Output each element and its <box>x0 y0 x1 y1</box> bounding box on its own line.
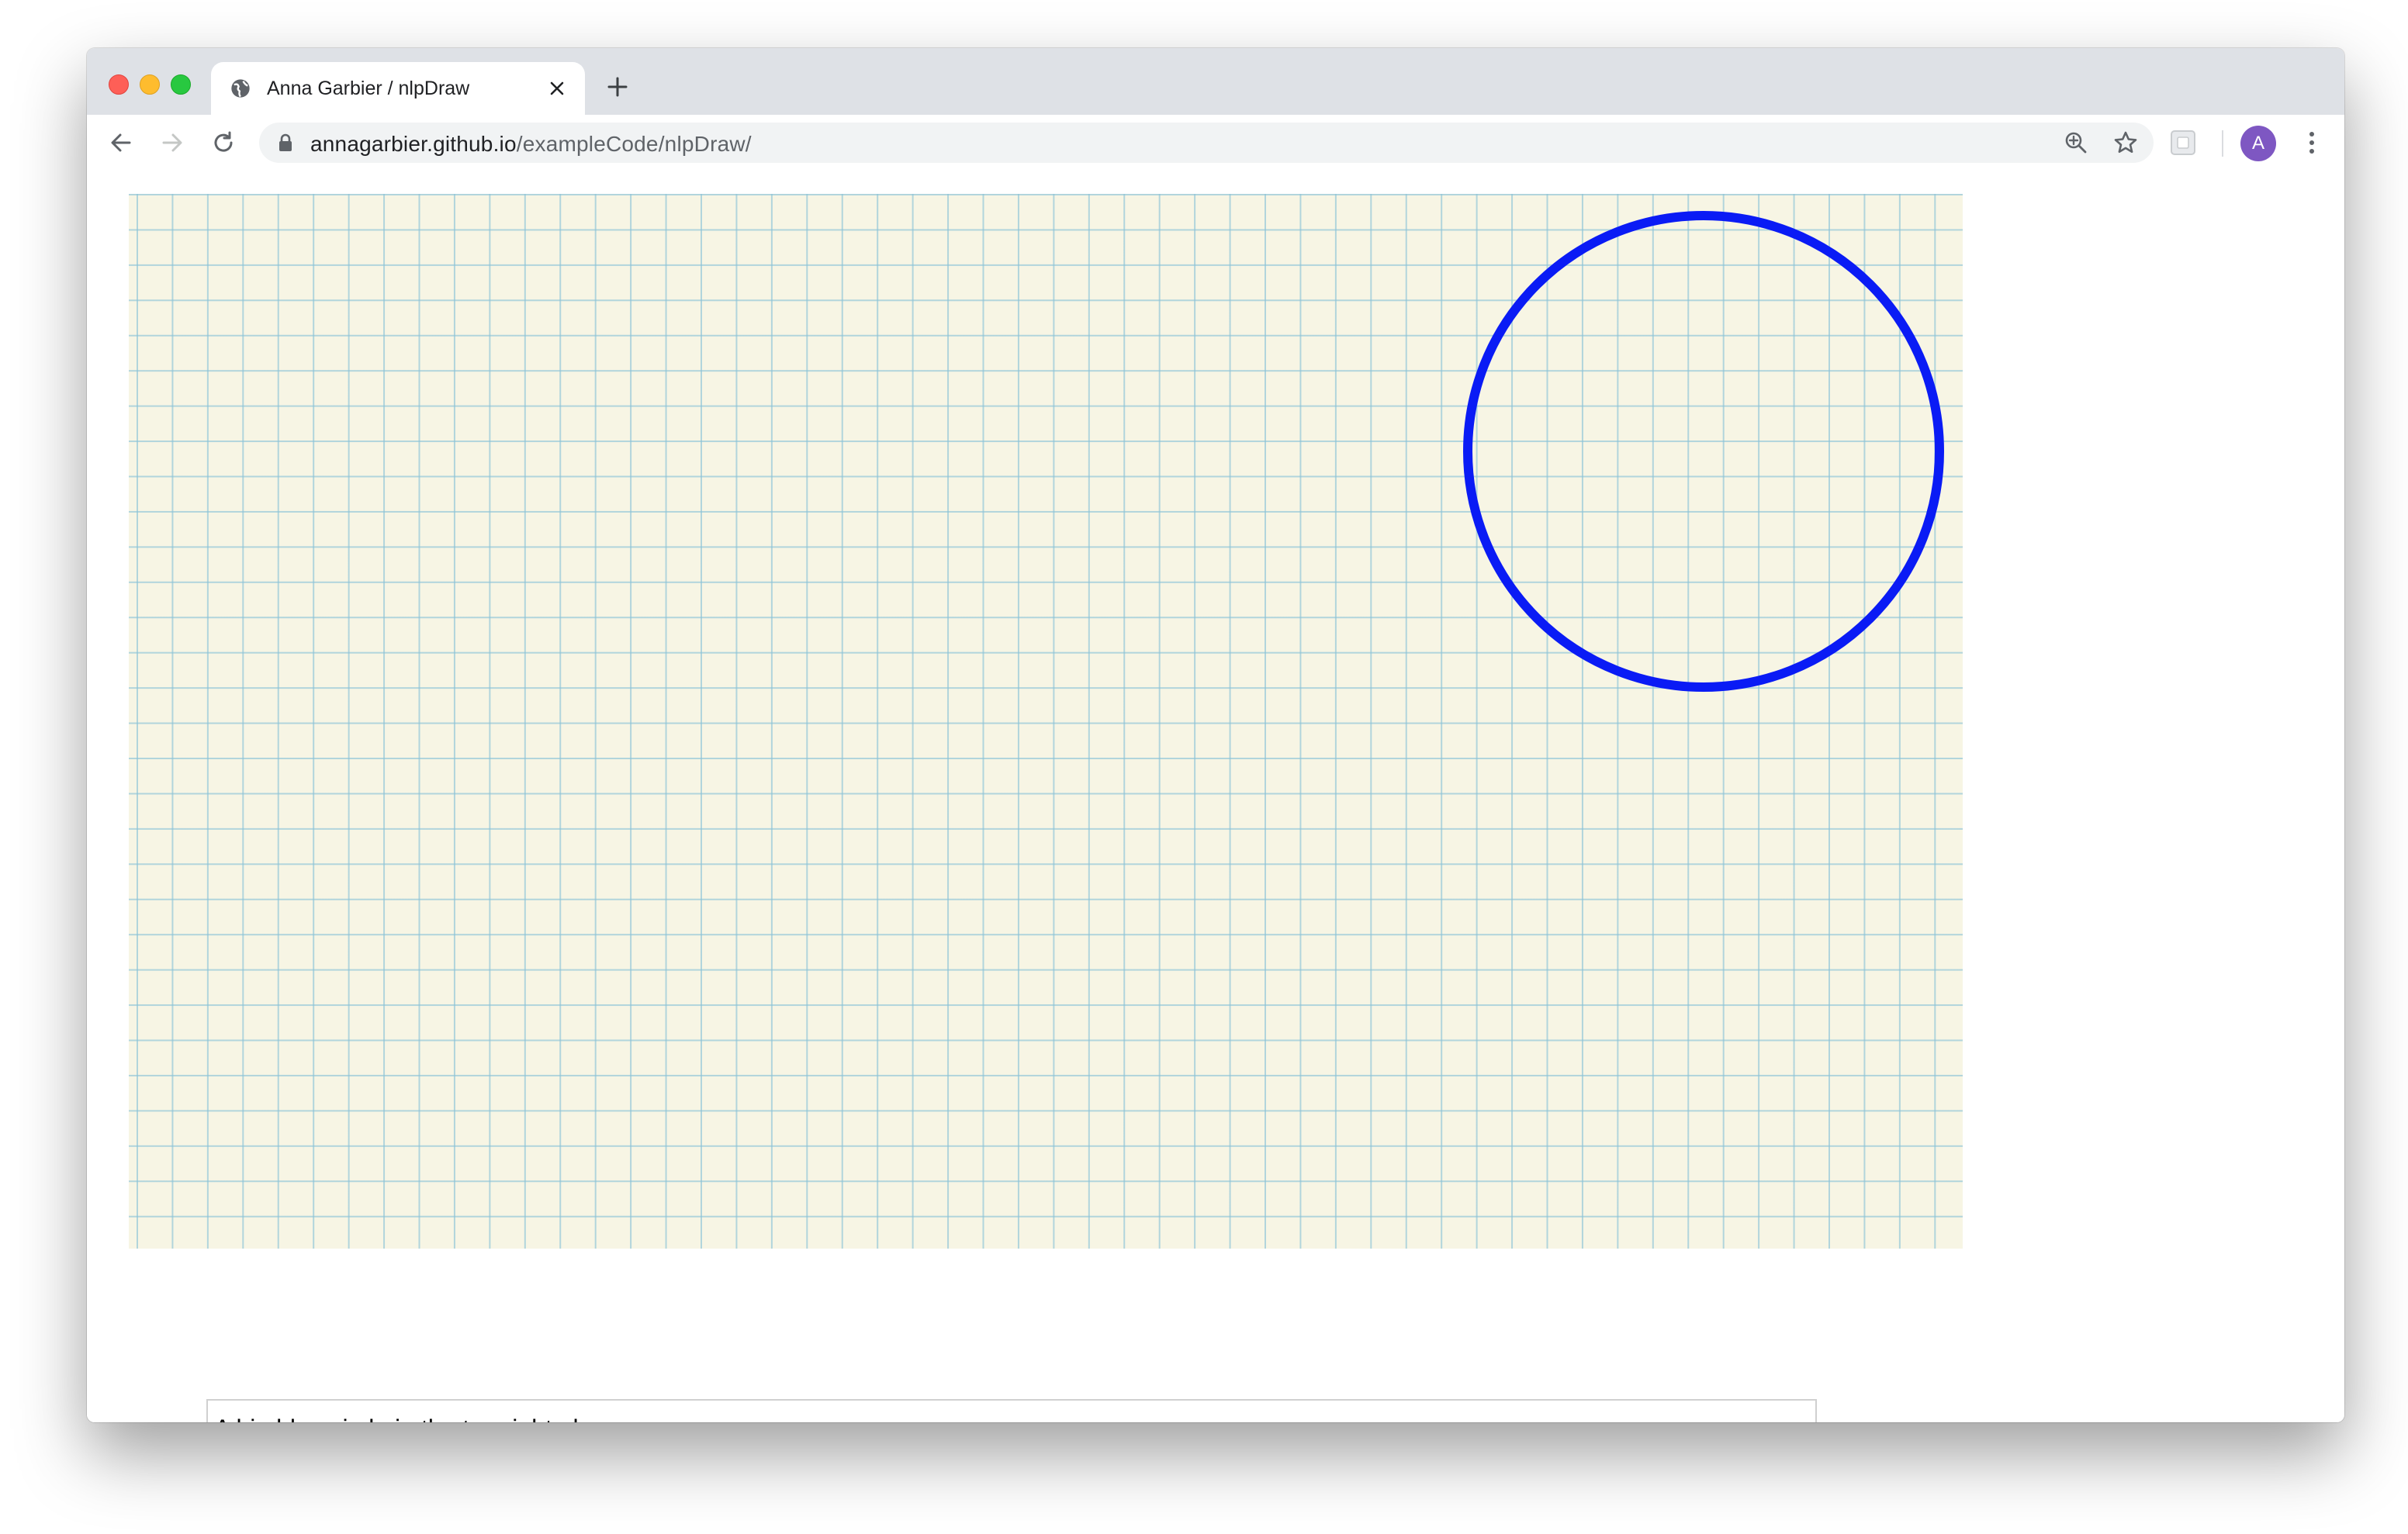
close-tab-icon[interactable] <box>543 74 571 102</box>
back-button[interactable] <box>104 126 138 160</box>
globe-icon <box>231 79 250 98</box>
canvas-drawing <box>1463 211 1944 692</box>
tab-strip: Anna Garbier / nlpDraw <box>87 48 2344 115</box>
toolbar-separator <box>2222 130 2223 157</box>
lock-icon <box>279 133 292 151</box>
url-path: /exampleCode/nlpDraw/ <box>516 132 752 156</box>
profile-avatar[interactable]: A <box>2240 126 2276 161</box>
minimize-window-button[interactable] <box>140 74 160 95</box>
address-bar[interactable]: annagarbier.github.io/exampleCode/nlpDra… <box>259 123 2154 163</box>
reload-icon <box>214 131 233 152</box>
url-host: annagarbier.github.io <box>310 132 517 156</box>
drawing-prompt-input[interactable] <box>206 1399 1817 1422</box>
drawing-canvas[interactable] <box>129 194 1963 1249</box>
new-tab-button[interactable] <box>602 71 633 102</box>
forward-button[interactable] <box>155 126 189 160</box>
browser-menu-icon[interactable] <box>2296 127 2327 158</box>
page-content <box>87 172 2344 1422</box>
tab-title: Anna Garbier / nlpDraw <box>267 78 470 99</box>
back-arrow-icon <box>111 133 131 152</box>
browser-window: Anna Garbier / nlpDraw annagarbier.githu… <box>87 48 2344 1422</box>
browser-toolbar: annagarbier.github.io/exampleCode/nlpDra… <box>87 115 2344 174</box>
forward-arrow-icon <box>162 133 182 152</box>
url-text: annagarbier.github.io/exampleCode/nlpDra… <box>310 132 752 157</box>
extension-icon[interactable] <box>2169 129 2197 157</box>
maximize-window-button[interactable] <box>171 74 191 95</box>
blue-circle-shape <box>1463 211 1944 692</box>
bookmark-star-icon[interactable] <box>2110 127 2141 158</box>
zoom-icon[interactable] <box>2060 127 2091 158</box>
reload-button[interactable] <box>206 126 240 160</box>
tab-active[interactable]: Anna Garbier / nlpDraw <box>211 62 585 115</box>
close-window-button[interactable] <box>109 74 129 95</box>
